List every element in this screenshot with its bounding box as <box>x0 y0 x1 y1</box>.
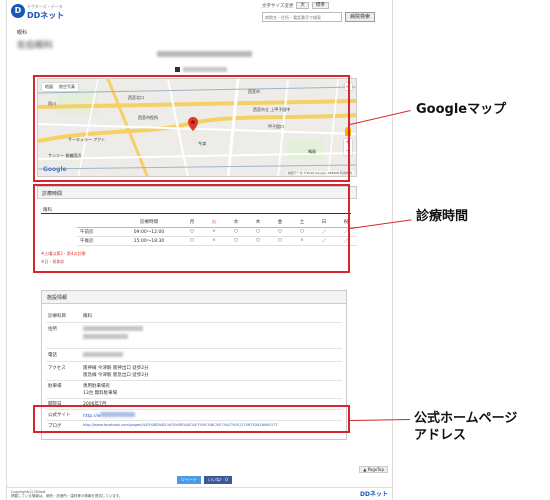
search-bar: 病院検索 <box>262 12 376 22</box>
logo-text: DDネット <box>27 11 65 20</box>
breadcrumb[interactable]: 眼科 <box>17 29 27 36</box>
blurred-address-map-link <box>83 334 128 339</box>
font-standard-button[interactable]: 標準 <box>311 2 329 9</box>
logo-subtitle: ドクターズ・データ <box>27 4 63 9</box>
footer-note: 掲載している情報は、病院・診療所・歯科等の情報を提供しています。 <box>11 494 123 498</box>
facility-info-heading: 施設情報 <box>42 291 346 304</box>
hours-highlight-box <box>33 184 350 273</box>
info-row-address: 住所 <box>48 326 323 333</box>
blurred-address <box>83 326 143 331</box>
logo-mark-icon: D <box>11 4 25 18</box>
font-size-label: 文字サイズ変更 <box>262 3 294 9</box>
address-line <box>175 67 227 72</box>
search-button[interactable]: 病院検索 <box>345 12 376 22</box>
font-large-button[interactable]: 大 <box>296 2 309 9</box>
footer-logo[interactable]: DDネット <box>360 489 388 498</box>
page-title: 佐伯眼科 <box>17 41 54 51</box>
info-row-parking: 駐車場 専用駐車場有 <box>48 384 110 389</box>
map-callout-label: Googleマップ <box>416 102 507 117</box>
header-links: 文字サイズ変更 大 標準 <box>262 2 329 9</box>
info-row-department: 診療科目 眼科 <box>48 314 92 319</box>
page-top-button[interactable]: ▲ PageTop <box>359 466 388 473</box>
hours-callout-label: 診療時間 <box>416 209 469 224</box>
blurred-subtitle <box>157 51 252 57</box>
facebook-like-button[interactable]: いいね！ 0 <box>204 476 232 484</box>
site-logo[interactable]: D ドクターズ・データ DDネット <box>11 2 64 20</box>
blurred-phone <box>83 352 123 357</box>
info-row-access: アクセス 阪神線 今津駅 阪神出口 徒歩2分 <box>48 366 149 371</box>
share-buttons: ツイート いいね！ 0 <box>177 476 232 484</box>
search-input[interactable] <box>262 12 342 22</box>
homepage-callout-label: 公式ホームページ アドレス <box>414 411 518 443</box>
tweet-button[interactable]: ツイート <box>177 476 201 484</box>
homepage-highlight-box <box>33 405 350 433</box>
blurred-address <box>183 67 227 72</box>
map-pin-icon <box>175 67 180 72</box>
info-row-phone: 電話 <box>48 352 323 359</box>
footer: Copyright(C) DDnet 掲載している情報は、病院・診療所・歯科等の… <box>7 487 392 500</box>
map-highlight-box <box>33 75 350 182</box>
